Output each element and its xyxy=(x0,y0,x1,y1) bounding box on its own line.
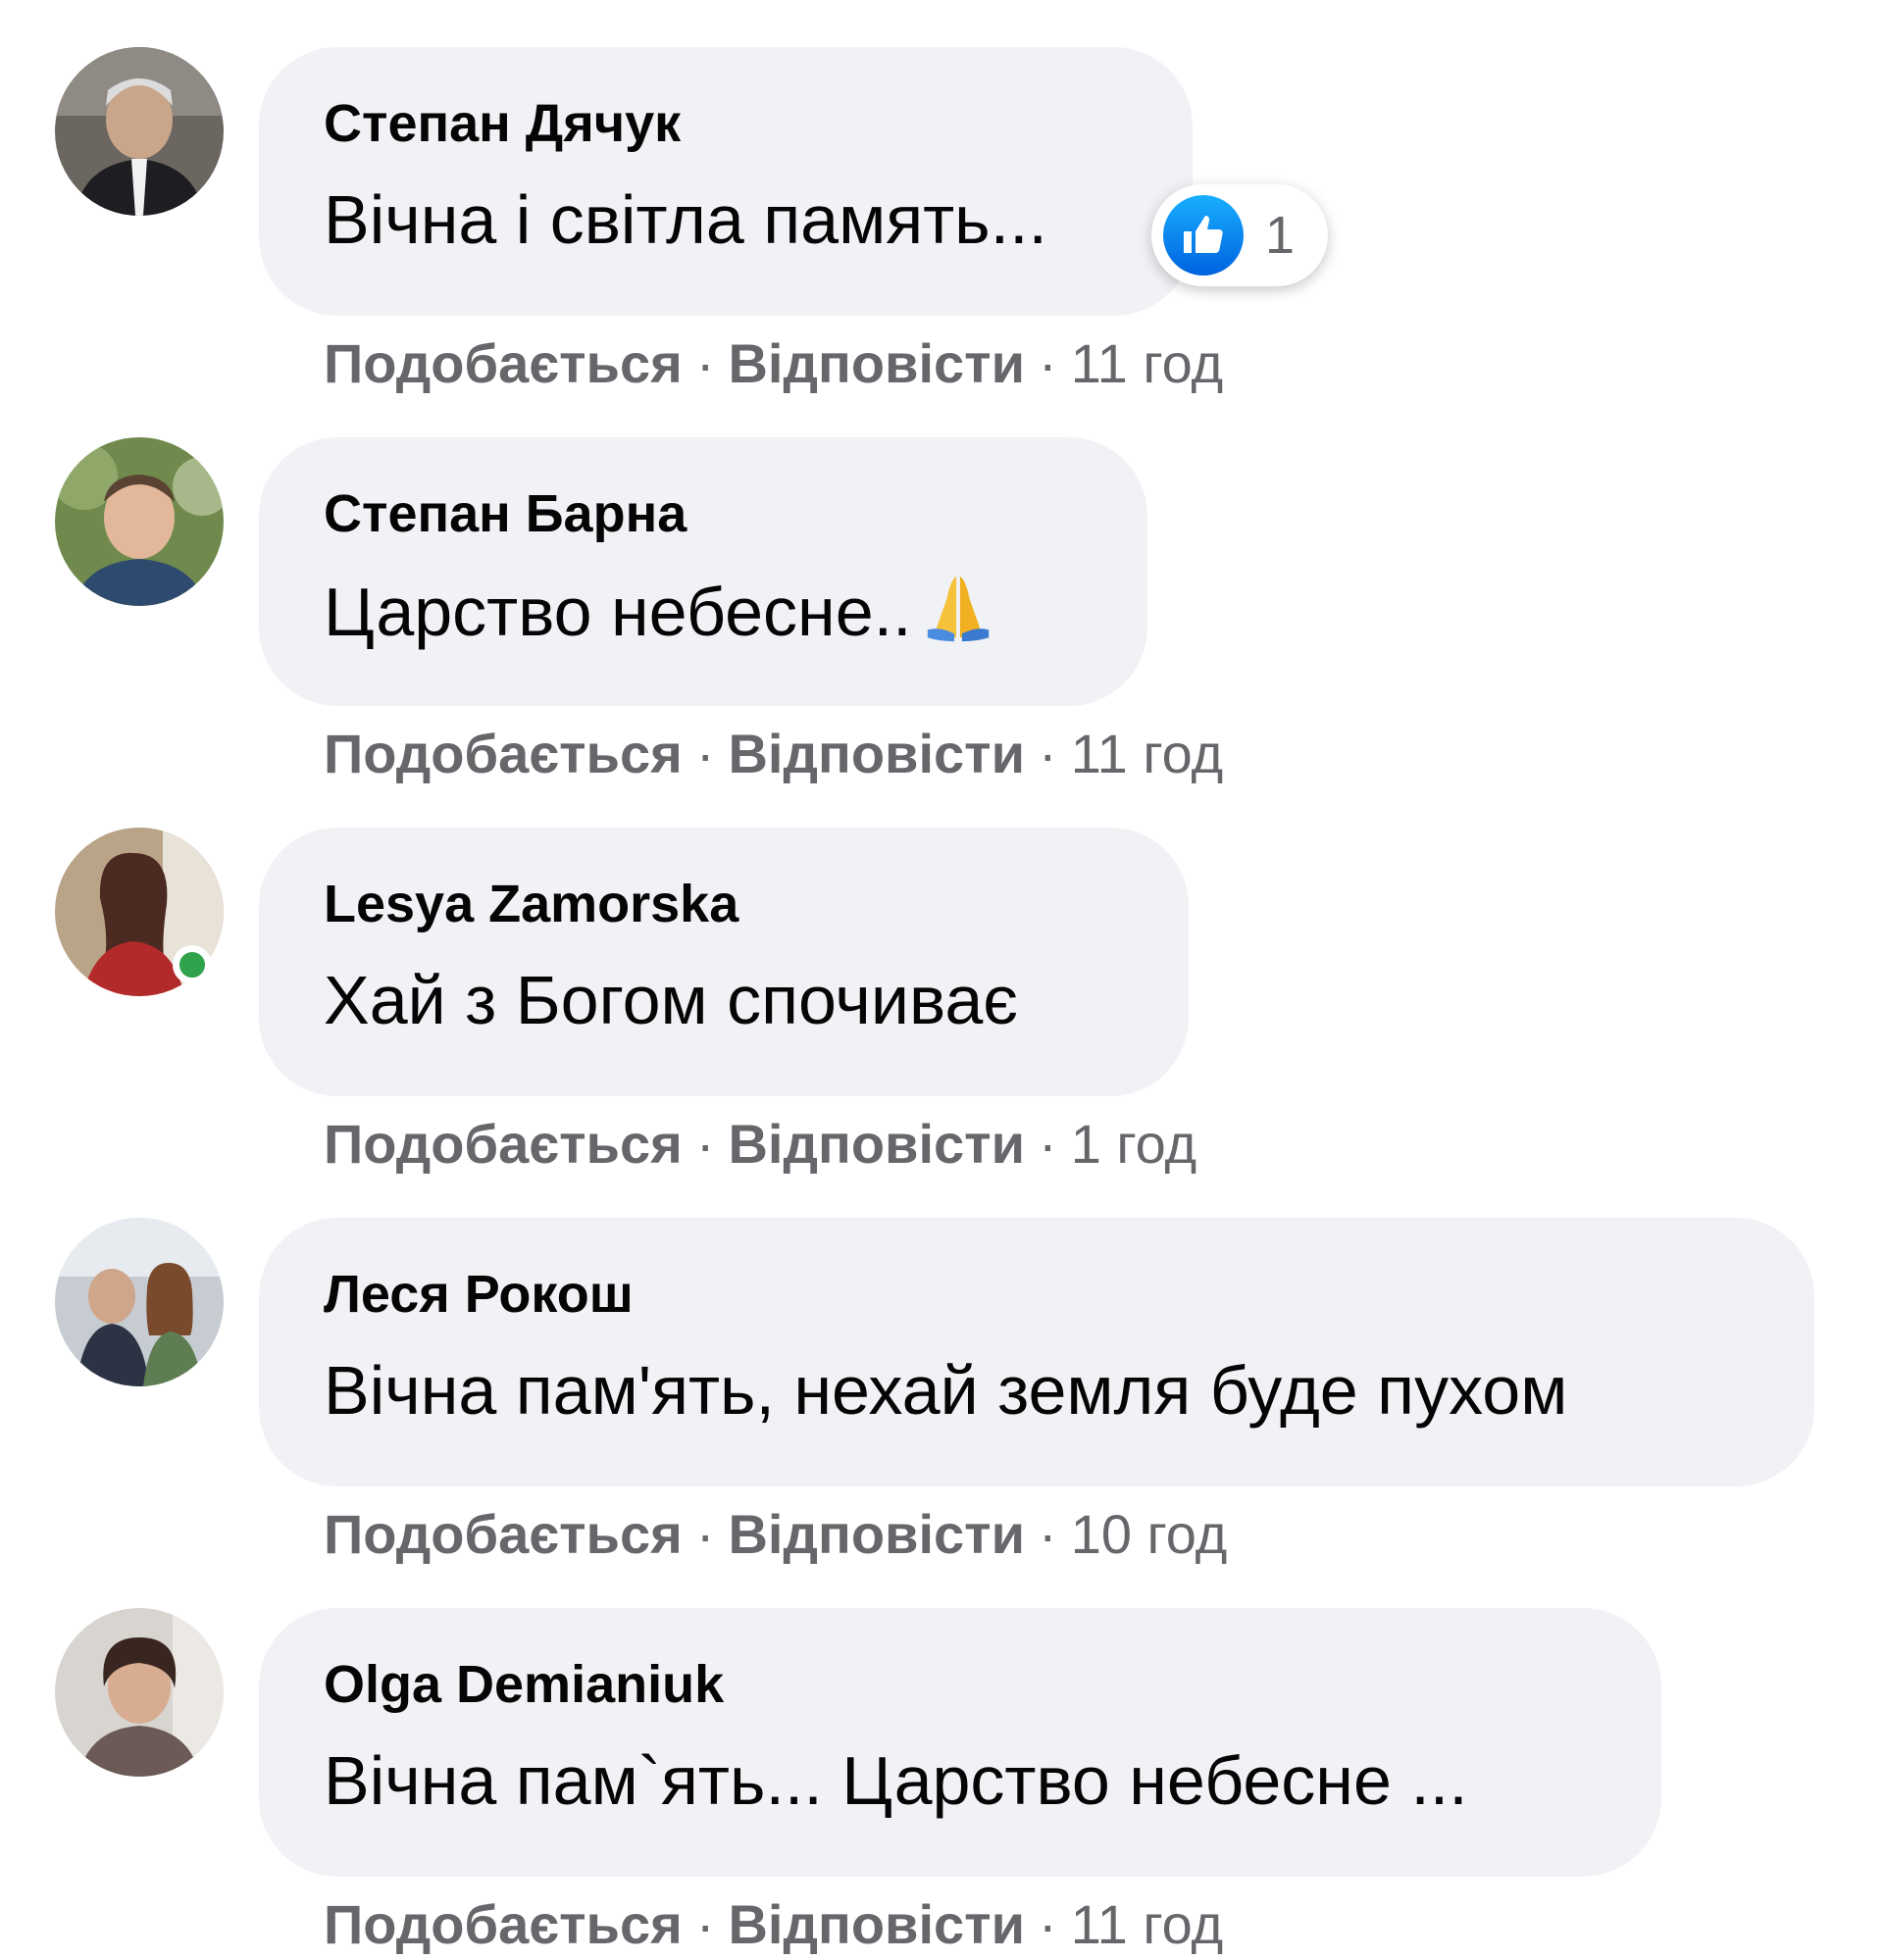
avatar[interactable] xyxy=(55,47,224,216)
reply-link[interactable]: Відповісти xyxy=(728,723,1025,784)
comment-actions: Подобається · Відповісти · 11 год xyxy=(324,1892,1223,1957)
reply-link[interactable]: Відповісти xyxy=(728,1893,1025,1955)
comment-actions: Подобається · Відповісти · 1 год xyxy=(324,1112,1196,1177)
like-link[interactable]: Подобається xyxy=(324,1893,683,1955)
separator: · xyxy=(695,723,715,784)
separator: · xyxy=(1039,1503,1057,1565)
like-link[interactable]: Подобається xyxy=(324,723,683,784)
reply-link[interactable]: Відповісти xyxy=(728,332,1025,394)
avatar[interactable] xyxy=(55,1218,224,1386)
comment-bubble: Леся Рокош Вічна пам'ять, нехай земля бу… xyxy=(259,1218,1814,1486)
comment-text: Вічна і світла память... xyxy=(324,181,1047,258)
online-status-indicator xyxy=(173,945,212,984)
comment-bubble: Степан Барна Царство небесне.. xyxy=(259,437,1147,706)
comment-actions: Подобається · Відповісти · 11 год xyxy=(324,331,1223,396)
comment-actions: Подобається · Відповісти · 11 год xyxy=(324,722,1223,786)
separator: · xyxy=(695,1113,715,1175)
timestamp[interactable]: 11 год xyxy=(1071,332,1223,394)
comment-actions: Подобається · Відповісти · 10 год xyxy=(324,1502,1227,1567)
timestamp[interactable]: 1 год xyxy=(1071,1113,1197,1175)
reply-link[interactable]: Відповісти xyxy=(728,1113,1025,1175)
like-link[interactable]: Подобається xyxy=(324,332,683,394)
separator: · xyxy=(695,1503,715,1565)
comment-text: Царство небесне.. xyxy=(324,569,1147,663)
avatar[interactable] xyxy=(55,1608,224,1777)
comment-text: Вічна пам`ять... Царство небесне ... xyxy=(324,1742,1468,1819)
like-link[interactable]: Подобається xyxy=(324,1503,683,1565)
comment-author[interactable]: Степан Дячук xyxy=(324,92,1193,155)
separator: · xyxy=(695,1893,715,1955)
separator: · xyxy=(1039,332,1057,394)
like-link[interactable]: Подобається xyxy=(324,1113,683,1175)
like-icon xyxy=(1163,195,1244,276)
separator: · xyxy=(1039,1893,1057,1955)
separator: · xyxy=(695,332,715,394)
comments-thread: Степан Дячук Вічна і світла память... 1 … xyxy=(0,0,1883,1960)
comment-bubble: Lesya Zamorska Хай з Богом спочиває xyxy=(259,828,1189,1096)
timestamp[interactable]: 10 год xyxy=(1071,1503,1228,1565)
comment-text: Хай з Богом спочиває xyxy=(324,962,1018,1038)
timestamp[interactable]: 11 год xyxy=(1071,723,1223,784)
comment-text: Вічна пам'ять, нехай земля буде пухом xyxy=(324,1352,1568,1429)
comment-author[interactable]: Леся Рокош xyxy=(324,1263,1814,1326)
reaction-count: 1 xyxy=(1265,206,1296,265)
comment-author[interactable]: Lesya Zamorska xyxy=(324,873,1189,935)
separator: · xyxy=(1039,723,1057,784)
folded-hands-icon xyxy=(920,569,996,663)
comment-bubble: Olga Demianiuk Вічна пам`ять... Царство … xyxy=(259,1608,1661,1877)
reaction-summary[interactable]: 1 xyxy=(1151,184,1329,286)
comment-author[interactable]: Степан Барна xyxy=(324,482,1147,545)
separator: · xyxy=(1039,1113,1057,1175)
reply-link[interactable]: Відповісти xyxy=(728,1503,1025,1565)
comment-author[interactable]: Olga Demianiuk xyxy=(324,1653,1661,1716)
timestamp[interactable]: 11 год xyxy=(1071,1893,1223,1955)
comment-bubble: Степан Дячук Вічна і світла память... xyxy=(259,47,1193,316)
avatar[interactable] xyxy=(55,437,224,606)
